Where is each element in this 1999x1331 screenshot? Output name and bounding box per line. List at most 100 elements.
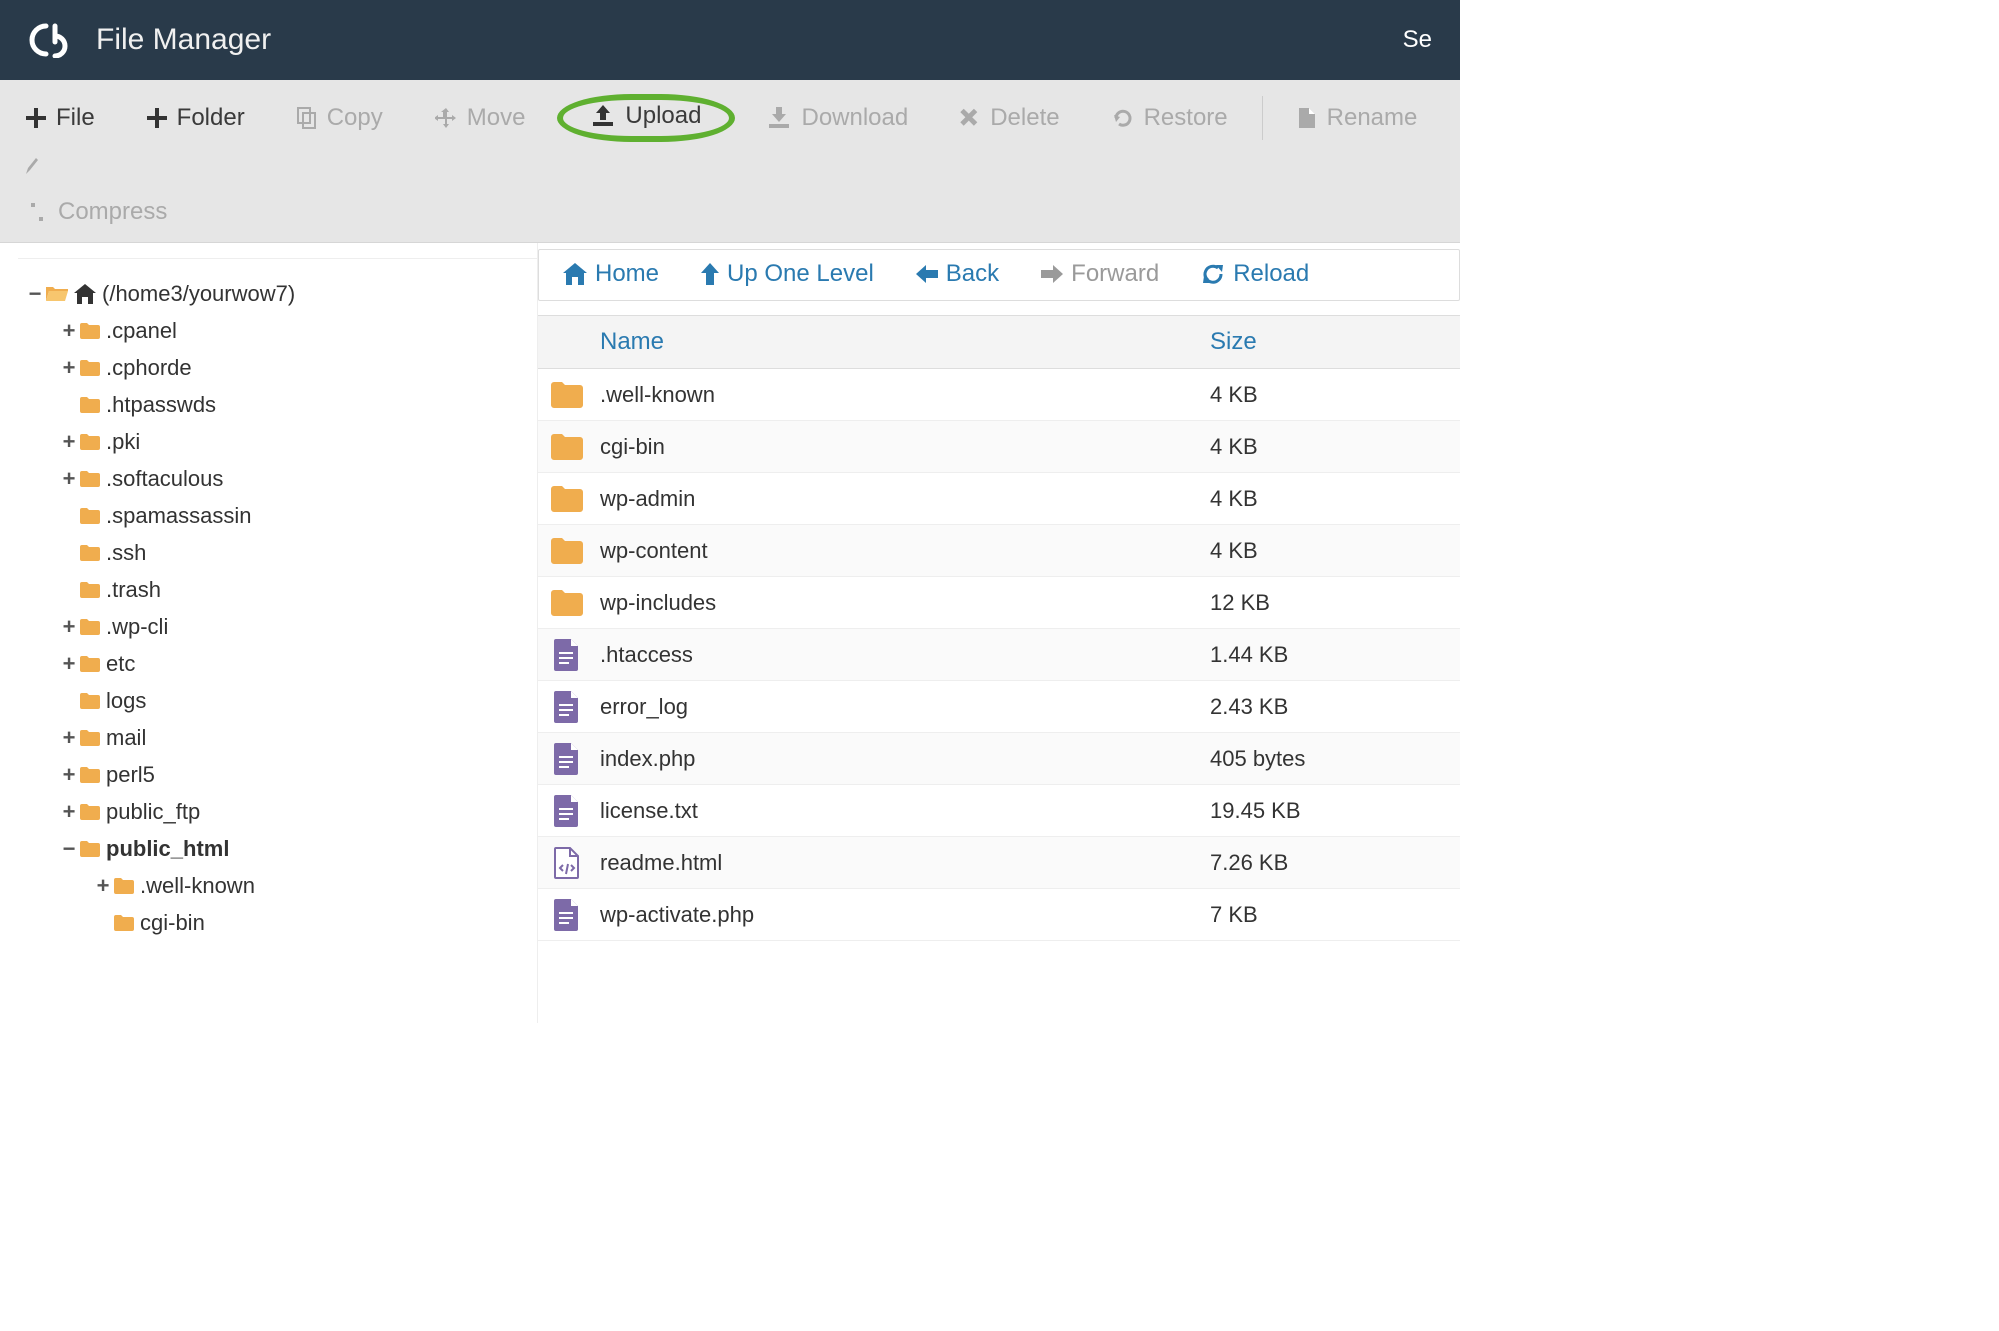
col-size[interactable]: Size bbox=[1210, 328, 1460, 356]
download-button[interactable]: Download bbox=[747, 94, 928, 142]
download-icon bbox=[767, 107, 791, 129]
expand-icon[interactable]: + bbox=[60, 793, 78, 830]
table-row[interactable]: license.txt19.45 KB bbox=[538, 785, 1460, 837]
tree-item[interactable]: +public_ftp bbox=[18, 793, 537, 830]
file-icon bbox=[538, 691, 590, 723]
table-row[interactable]: wp-includes12 KB bbox=[538, 577, 1460, 629]
plus-icon bbox=[147, 108, 167, 128]
expand-icon[interactable]: + bbox=[60, 645, 78, 682]
tree-item[interactable]: cgi-bin bbox=[18, 904, 537, 941]
file-size: 4 KB bbox=[1210, 486, 1460, 512]
file-icon bbox=[538, 795, 590, 827]
folder-button[interactable]: Folder bbox=[127, 94, 265, 142]
compress-icon bbox=[26, 202, 48, 222]
nav-home-label: Home bbox=[595, 260, 659, 288]
tree-item[interactable]: +.cphorde bbox=[18, 349, 537, 386]
header-right-label[interactable]: Se bbox=[1403, 26, 1432, 54]
expand-icon[interactable]: + bbox=[60, 608, 78, 645]
folder-icon bbox=[80, 804, 100, 820]
expand-icon[interactable]: + bbox=[60, 349, 78, 386]
restore-button[interactable]: Restore bbox=[1092, 94, 1248, 142]
file-size: 1.44 KB bbox=[1210, 642, 1460, 668]
toolbar-separator bbox=[1262, 96, 1263, 140]
file-icon bbox=[538, 743, 590, 775]
tree-item-label: .well-known bbox=[140, 867, 255, 904]
collapse-icon[interactable]: − bbox=[26, 275, 44, 312]
file-button[interactable]: File bbox=[6, 94, 115, 142]
main-area: − (/home3/yourwow7) +.cpanel+.cphorde.ht… bbox=[0, 243, 1460, 1023]
table-body: .well-known4 KBcgi-bin4 KBwp-admin4 KBwp… bbox=[538, 369, 1460, 941]
expand-icon[interactable]: + bbox=[94, 867, 112, 904]
nav-up[interactable]: Up One Level bbox=[701, 260, 874, 288]
edit-button[interactable] bbox=[6, 150, 54, 184]
tree-item[interactable]: +mail bbox=[18, 719, 537, 756]
expand-icon[interactable]: + bbox=[60, 423, 78, 460]
table-row[interactable]: cgi-bin4 KB bbox=[538, 421, 1460, 473]
table-row[interactable]: wp-content4 KB bbox=[538, 525, 1460, 577]
nav-back[interactable]: Back bbox=[916, 260, 999, 288]
tree-item[interactable]: +.softaculous bbox=[18, 460, 537, 497]
folder-icon bbox=[80, 656, 100, 672]
nav-back-label: Back bbox=[946, 260, 999, 288]
folder-icon bbox=[80, 619, 100, 635]
folder-icon bbox=[80, 323, 100, 339]
tree-item-label: .ssh bbox=[106, 534, 146, 571]
table-row[interactable]: error_log2.43 KB bbox=[538, 681, 1460, 733]
expand-icon[interactable]: + bbox=[60, 460, 78, 497]
nav-reload[interactable]: Reload bbox=[1201, 260, 1309, 288]
folder-tree: − (/home3/yourwow7) +.cpanel+.cphorde.ht… bbox=[0, 243, 537, 1023]
upload-button[interactable]: Upload bbox=[557, 94, 735, 142]
file-name: wp-content bbox=[590, 538, 1210, 564]
tree-item[interactable]: + .well-known bbox=[18, 867, 537, 904]
tree-item[interactable]: +perl5 bbox=[18, 756, 537, 793]
compress-button[interactable]: Compress bbox=[6, 192, 187, 232]
file-icon bbox=[538, 899, 590, 931]
expand-icon[interactable]: + bbox=[60, 312, 78, 349]
nav-home[interactable]: Home bbox=[563, 260, 659, 288]
delete-button[interactable]: Delete bbox=[940, 94, 1079, 142]
folder-icon bbox=[114, 915, 134, 931]
table-row[interactable]: index.php405 bytes bbox=[538, 733, 1460, 785]
move-button[interactable]: Move bbox=[415, 94, 546, 142]
tree-item[interactable]: .trash bbox=[18, 571, 537, 608]
table-row[interactable]: wp-activate.php7 KB bbox=[538, 889, 1460, 941]
restore-label: Restore bbox=[1144, 104, 1228, 132]
file-size: 4 KB bbox=[1210, 434, 1460, 460]
tree-item[interactable]: logs bbox=[18, 682, 537, 719]
nav-forward[interactable]: Forward bbox=[1041, 260, 1159, 288]
table-row[interactable]: .htaccess1.44 KB bbox=[538, 629, 1460, 681]
file-name: .well-known bbox=[590, 382, 1210, 408]
tree-item[interactable]: +.pki bbox=[18, 423, 537, 460]
tree-item[interactable]: +.wp-cli bbox=[18, 608, 537, 645]
tree-item[interactable]: −public_html bbox=[18, 830, 537, 867]
home-icon bbox=[563, 263, 587, 285]
file-size: 405 bytes bbox=[1210, 746, 1460, 772]
table-row[interactable]: .well-known4 KB bbox=[538, 369, 1460, 421]
folder-open-icon bbox=[46, 285, 68, 303]
table-row[interactable]: readme.html7.26 KB bbox=[538, 837, 1460, 889]
folder-icon bbox=[538, 590, 590, 616]
tree-root[interactable]: − (/home3/yourwow7) bbox=[18, 275, 537, 312]
tree-item[interactable]: +.cpanel bbox=[18, 312, 537, 349]
file-size: 2.43 KB bbox=[1210, 694, 1460, 720]
file-size: 12 KB bbox=[1210, 590, 1460, 616]
expand-icon[interactable]: − bbox=[60, 830, 78, 867]
folder-icon bbox=[80, 730, 100, 746]
tree-item[interactable]: .ssh bbox=[18, 534, 537, 571]
app-title: File Manager bbox=[96, 23, 271, 57]
tree-item[interactable]: +etc bbox=[18, 645, 537, 682]
expand-icon[interactable]: + bbox=[60, 756, 78, 793]
html-file-icon bbox=[538, 847, 590, 879]
col-name[interactable]: Name bbox=[590, 328, 1210, 356]
restore-icon bbox=[1112, 107, 1134, 129]
back-arrow-icon bbox=[916, 265, 938, 283]
expand-icon[interactable]: + bbox=[60, 719, 78, 756]
path-nav: Home Up One Level Back Forward Reload bbox=[538, 249, 1460, 301]
tree-item[interactable]: .spamassassin bbox=[18, 497, 537, 534]
table-row[interactable]: wp-admin4 KB bbox=[538, 473, 1460, 525]
rename-button[interactable]: Rename bbox=[1277, 94, 1438, 142]
tree-item-label: .spamassassin bbox=[106, 497, 252, 534]
tree-item-label: .htpasswds bbox=[106, 386, 216, 423]
copy-button[interactable]: Copy bbox=[277, 94, 403, 142]
tree-item[interactable]: .htpasswds bbox=[18, 386, 537, 423]
